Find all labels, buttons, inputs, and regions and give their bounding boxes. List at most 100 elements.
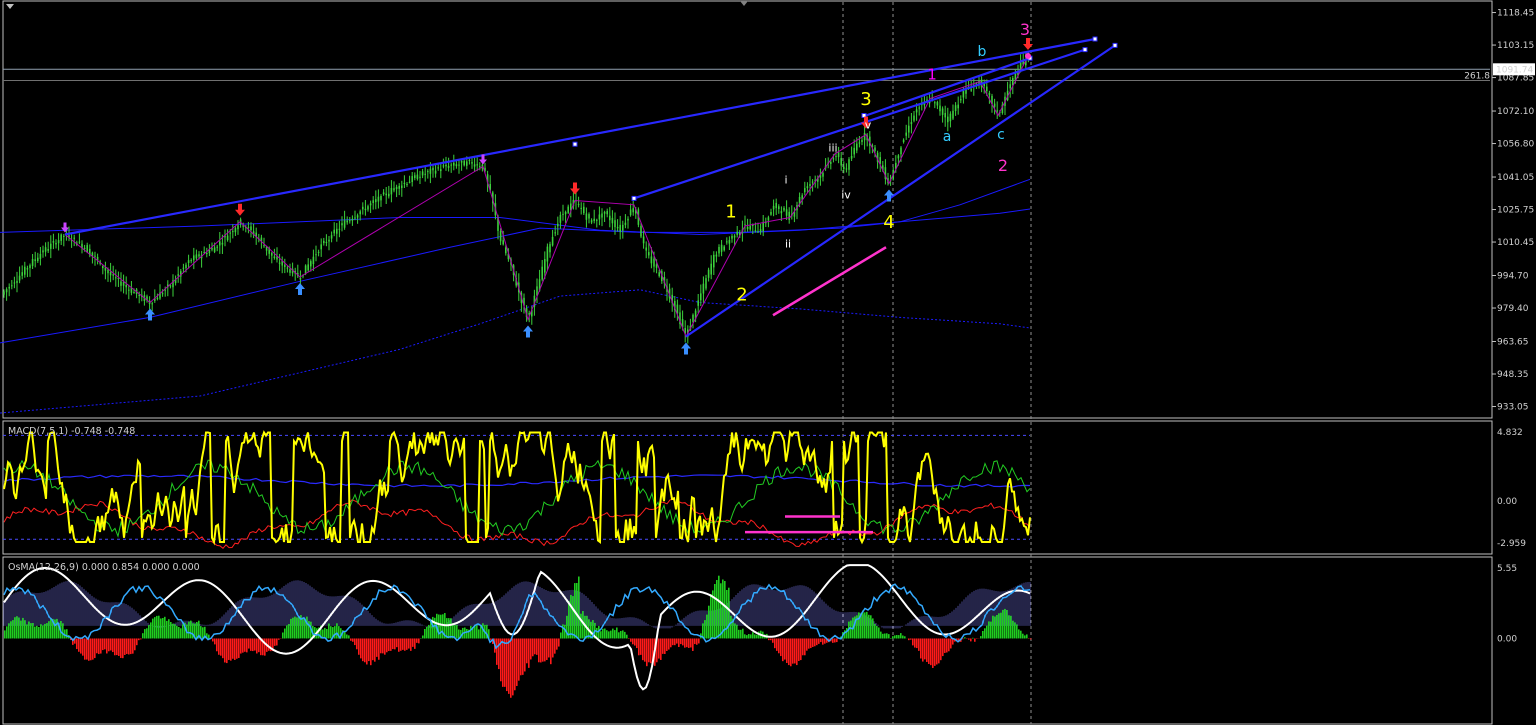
candle-body	[858, 142, 861, 144]
osma-bar-positive	[172, 623, 174, 639]
osma-bar-positive	[710, 594, 712, 639]
osma-bar-positive	[176, 625, 178, 639]
osma-bar-positive	[66, 629, 68, 639]
osma-bar-positive	[604, 628, 606, 639]
osma-bar-negative	[120, 638, 122, 658]
axis-tick-label: 1118.45	[1497, 9, 1534, 19]
osma-bar-negative	[220, 638, 222, 656]
candle-body	[705, 278, 707, 289]
osma-bar-positive	[448, 618, 450, 639]
osma-bar-negative	[512, 638, 514, 696]
osma-bar-positive	[564, 624, 566, 639]
osma-bar-negative	[370, 638, 372, 666]
osma-bar-negative	[258, 638, 260, 653]
osma-bar-positive	[882, 633, 884, 639]
osma-bar-negative	[670, 638, 672, 648]
current-price-label: 1091.74	[1496, 65, 1533, 75]
osma-bar-positive	[984, 628, 986, 639]
osma-bar-positive	[54, 619, 56, 639]
candle-body	[369, 203, 372, 206]
osma-bar-negative	[528, 638, 530, 668]
osma-bar-positive	[328, 623, 330, 639]
osma-bar-negative	[970, 638, 972, 642]
candle-body	[341, 223, 343, 226]
candle-body	[619, 224, 621, 232]
osma-bar-negative	[944, 638, 946, 653]
candle-body	[941, 108, 944, 115]
price-axis: 1118.451103.151087.851072.101056.801041.…	[1492, 9, 1535, 413]
candle-body	[185, 264, 187, 269]
candle-body	[843, 166, 845, 170]
candle-body	[715, 254, 718, 257]
osma-bar-positive	[708, 605, 710, 639]
candle-body	[445, 164, 447, 167]
candle-body	[47, 249, 49, 251]
candle-body	[86, 245, 88, 252]
osma-bar-positive	[866, 611, 868, 639]
candle-body	[583, 206, 585, 214]
osma-bar-negative	[672, 638, 674, 646]
osma-bar-negative	[696, 638, 698, 645]
osma-bar-negative	[942, 638, 944, 657]
osma-bar-negative	[630, 638, 632, 642]
trendline	[64, 37, 1096, 236]
osma-bar-negative	[788, 638, 790, 666]
osma-bar-negative	[912, 638, 914, 646]
osma-bar-positive	[30, 623, 32, 639]
osma-bar-negative	[416, 638, 418, 643]
candle-body	[263, 245, 265, 247]
osma-bar-negative	[230, 638, 232, 661]
candle-body	[551, 236, 554, 246]
osma-bar-positive	[626, 634, 628, 639]
candle-body	[13, 282, 16, 284]
osma-bar-negative	[414, 638, 416, 649]
candle-body	[63, 235, 65, 237]
osma-bar-negative	[216, 638, 218, 652]
candle-body	[349, 220, 351, 222]
candle-body	[273, 256, 276, 258]
osma-bar-negative	[968, 638, 970, 640]
scroll-marker-icon[interactable]	[740, 1, 748, 6]
osma-bar-positive	[850, 620, 852, 639]
osma-bar-negative	[116, 638, 118, 656]
osma-bar-negative	[820, 638, 822, 643]
osma-bar-positive	[1024, 635, 1026, 639]
osma-bar-negative	[798, 638, 800, 661]
candle-body	[24, 266, 26, 275]
collapse-triangle-icon[interactable]	[6, 4, 14, 9]
candle-body	[447, 165, 450, 168]
candle-body	[466, 161, 468, 166]
candle-body	[29, 265, 31, 268]
osma-bar-positive	[348, 635, 350, 639]
osma-bar-positive	[714, 584, 716, 639]
osma-bar-positive	[568, 600, 570, 639]
osma-bar-negative	[668, 638, 670, 650]
candle-body	[323, 240, 325, 244]
macd-red-line	[3, 498, 1031, 549]
osma-bar-negative	[532, 638, 534, 657]
candle-body	[406, 184, 408, 185]
osma-bar-positive	[14, 617, 16, 639]
candle-body	[780, 211, 783, 214]
candle-body	[744, 224, 746, 226]
osma-bar-negative	[90, 638, 92, 661]
osma-bar-positive	[294, 616, 296, 639]
candle-body	[939, 105, 941, 112]
candle-body	[954, 105, 957, 111]
osma-bar-positive	[166, 620, 168, 639]
candle-body	[809, 184, 811, 186]
osma-bar-positive	[572, 596, 574, 639]
osma-bar-positive	[178, 627, 180, 639]
osma-title: OsMA(12,26,9) 0.000 0.854 0.000 0.000	[8, 562, 200, 573]
osma-bar-negative	[932, 638, 934, 668]
candle-body	[247, 226, 250, 228]
osma-bar-negative	[628, 638, 630, 639]
osma-bar-negative	[374, 638, 376, 662]
osma-bar-positive	[892, 636, 894, 639]
candle-body	[993, 103, 996, 107]
osma-bar-positive	[28, 621, 30, 639]
osma-bar-negative	[786, 638, 788, 663]
candle-body	[338, 228, 341, 230]
candle-body	[213, 247, 216, 252]
candle-body	[710, 263, 712, 275]
